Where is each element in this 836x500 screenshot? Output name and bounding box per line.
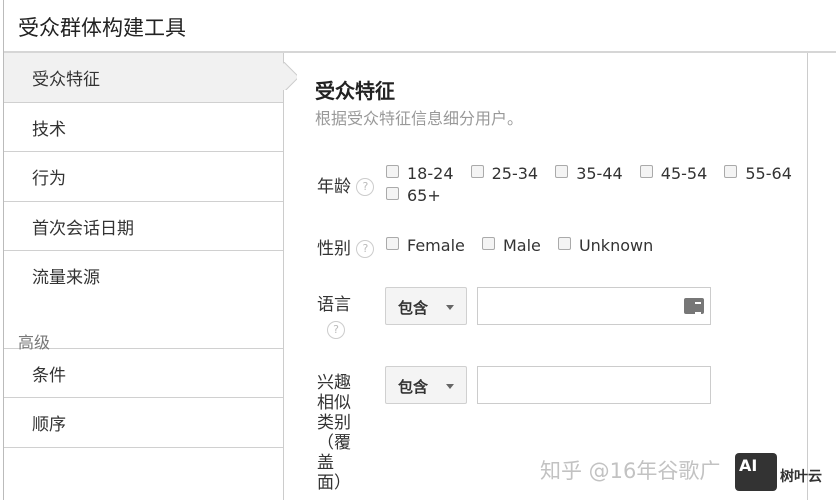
option-label: Unknown xyxy=(578,236,654,255)
age-option[interactable]: 25-34 xyxy=(470,164,539,183)
sidebar-item-conditions[interactable]: 条件 xyxy=(4,349,283,398)
gender-option[interactable]: Male xyxy=(481,236,541,255)
checkbox[interactable] xyxy=(386,187,399,200)
age-option[interactable]: 55-64 xyxy=(724,164,792,183)
age-option[interactable]: 18-24 xyxy=(386,164,454,183)
operator-label: 包含 xyxy=(398,299,429,317)
sidebar-item-behavior[interactable]: 行为 xyxy=(4,152,283,202)
interest-label: 兴趣相似类别（覆盖面） xyxy=(317,373,351,493)
section-subtitle: 根据受众特征信息细分用户。 xyxy=(315,109,524,128)
option-label: 55-64 xyxy=(745,164,792,183)
checkbox[interactable] xyxy=(386,165,399,178)
watermark-logo: AI xyxy=(735,453,777,491)
window-title: 受众群体构建工具 xyxy=(4,0,836,53)
language-label: 语言? xyxy=(317,295,357,339)
caret-down-icon xyxy=(446,305,454,310)
advanced-heading: 高级 xyxy=(4,301,283,352)
age-options: 18-24 25-34 35-44 45-54 55-64 65+ xyxy=(386,163,806,207)
language-label-text: 语言 xyxy=(317,295,351,315)
gender-label: 性别 ? xyxy=(317,239,375,259)
watermark: 知乎 @16年谷歌广 xyxy=(540,459,721,483)
sidebar-item-sequences[interactable]: 顺序 xyxy=(4,398,283,448)
sidebar-item-first-session-date[interactable]: 首次会话日期 xyxy=(4,202,283,251)
contact-card-icon[interactable] xyxy=(684,298,704,314)
language-input[interactable] xyxy=(477,287,711,325)
checkbox[interactable] xyxy=(639,165,653,178)
option-label: Male xyxy=(502,236,541,255)
checkbox[interactable] xyxy=(724,165,738,178)
main-panel: 受众特征 根据受众特征信息细分用户。 年龄 ? 18-24 25-34 35-4… xyxy=(285,53,808,500)
checkbox[interactable] xyxy=(386,237,399,250)
help-icon[interactable]: ? xyxy=(356,240,375,258)
option-label: 45-54 xyxy=(660,164,708,183)
sidebar: 受众特征 技术 行为 首次会话日期 流量来源 高级 条件 顺序 xyxy=(4,53,284,500)
checkbox[interactable] xyxy=(470,165,484,178)
caret-down-icon xyxy=(446,384,454,389)
checkbox[interactable] xyxy=(557,237,571,250)
gender-label-text: 性别 xyxy=(317,239,351,259)
checkbox[interactable] xyxy=(555,165,569,178)
gender-option[interactable]: Unknown xyxy=(557,236,654,255)
operator-label: 包含 xyxy=(398,378,429,396)
option-label: 18-24 xyxy=(407,164,454,183)
sidebar-item-demographics[interactable]: 受众特征 xyxy=(4,53,283,103)
gender-option[interactable]: Female xyxy=(386,236,465,255)
age-option[interactable]: 65+ xyxy=(386,186,441,205)
help-icon[interactable]: ? xyxy=(327,321,345,339)
section-heading: 受众特征 xyxy=(315,79,395,103)
audience-builder-window: 受众群体构建工具 受众特征 技术 行为 首次会话日期 流量来源 高级 条件 顺序… xyxy=(3,0,836,500)
option-label: 35-44 xyxy=(576,164,623,183)
interest-input[interactable] xyxy=(477,366,711,404)
checkbox[interactable] xyxy=(481,237,495,250)
age-option[interactable]: 35-44 xyxy=(555,164,623,183)
language-operator-select[interactable]: 包含 xyxy=(385,287,467,325)
option-label: Female xyxy=(407,236,465,255)
option-label: 65+ xyxy=(407,186,441,205)
age-option[interactable]: 45-54 xyxy=(639,164,708,183)
sidebar-item-technology[interactable]: 技术 xyxy=(4,103,283,152)
help-icon[interactable]: ? xyxy=(356,178,375,196)
watermark-logo-text: 树叶云 xyxy=(780,469,822,485)
option-label: 25-34 xyxy=(491,164,539,183)
age-label: 年龄 ? xyxy=(317,177,375,197)
gender-options: Female Male Unknown xyxy=(386,235,665,257)
sidebar-item-traffic-sources[interactable]: 流量来源 xyxy=(4,251,283,301)
age-label-text: 年龄 xyxy=(317,177,351,197)
interest-operator-select[interactable]: 包含 xyxy=(385,366,467,404)
